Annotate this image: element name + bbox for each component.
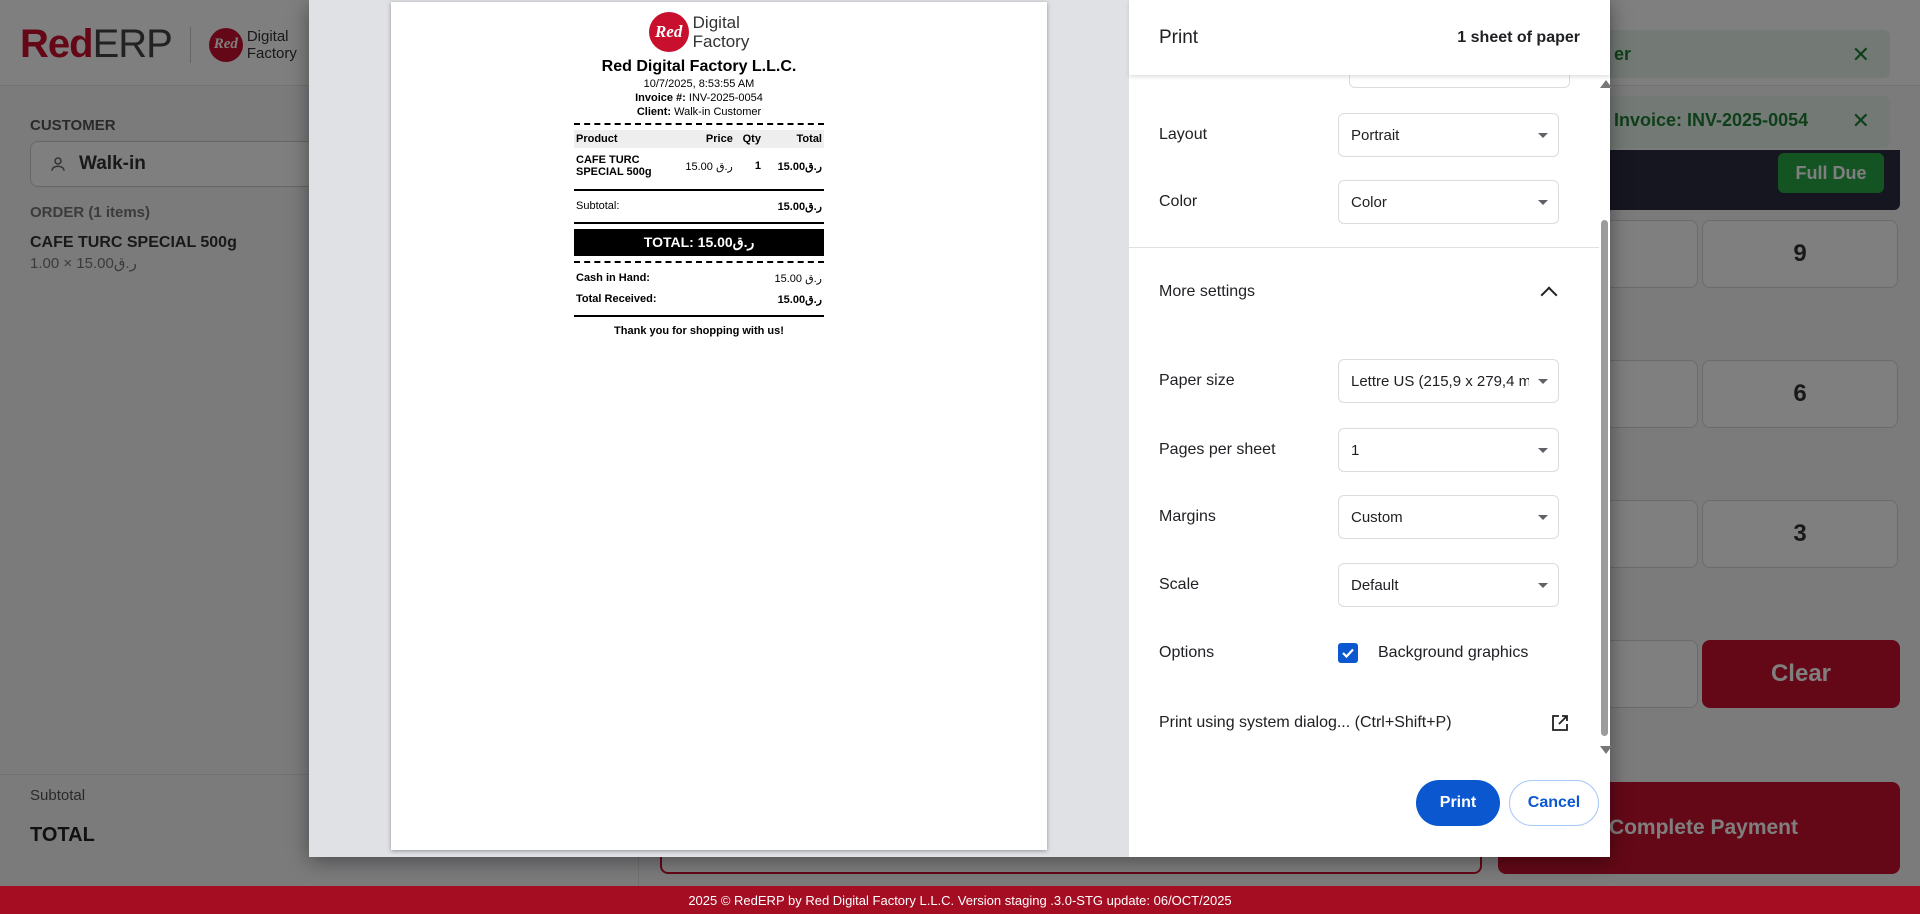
receipt-table-header: Product Price Qty Total [574, 130, 824, 148]
scale-row: Scale Default [1159, 563, 1559, 607]
receipt-company: Red Digital Factory L.L.C. [601, 58, 797, 75]
receipt-divider [574, 222, 824, 224]
more-settings-label: More settings [1159, 283, 1256, 300]
print-preview: Red Digital Factory Red Digital Factory … [309, 0, 1129, 857]
layout-value: Portrait [1351, 126, 1400, 144]
more-settings-toggle[interactable]: More settings [1159, 270, 1559, 314]
item-name: CAFE TURC SPECIAL 500g [576, 154, 652, 178]
scale-label: Scale [1159, 576, 1200, 593]
paper-size-select[interactable]: Lettre US (215,9 x 279,4 mm) [1338, 359, 1559, 403]
cancel-button[interactable]: Cancel [1509, 780, 1599, 826]
margins-select[interactable]: Custom [1338, 495, 1559, 539]
chevron-down-icon [1538, 379, 1548, 384]
receipt-subtotal: Subtotal: 15.00ر.ق [574, 196, 824, 217]
receipt-received-value: 15.00ر.ق [777, 294, 822, 306]
receipt-divider [574, 189, 824, 191]
receipt-received: Total Received: 15.00ر.ق [574, 289, 824, 310]
layout-row: Layout Portrait [1159, 113, 1559, 157]
system-dialog-link[interactable]: Print using system dialog... (Ctrl+Shift… [1159, 714, 1569, 732]
options-label: Options [1159, 644, 1215, 661]
receipt-invoice-label: Invoice #: [635, 92, 686, 104]
chevron-up-icon [1540, 286, 1558, 304]
settings-scrollbar[interactable] [1599, 78, 1612, 758]
app-footer: 2025 © RedERP by Red Digital Factory L.L… [0, 886, 1920, 914]
receipt-client: Client: Walk-in Customer [574, 106, 824, 118]
print-title: Print [1159, 26, 1199, 48]
receipt-client-label: Client: [636, 106, 672, 118]
receipt-total: TOTAL: 15.00ر.ق [574, 229, 824, 256]
chevron-down-icon [1538, 200, 1548, 205]
background-graphics-checkbox[interactable] [1338, 643, 1358, 663]
margins-value: Custom [1351, 508, 1403, 526]
receipt-cash-value: 15.00 ر.ق [774, 273, 823, 285]
check-icon [1342, 648, 1354, 659]
settings-divider [1129, 247, 1599, 248]
item-qty: 1 [754, 160, 761, 172]
chevron-down-icon [1538, 448, 1548, 453]
receipt-invoice-value: INV-2025-0054 [688, 92, 763, 104]
paper-size-row: Paper size Lettre US (215,9 x 279,4 mm) [1159, 359, 1559, 403]
margins-label: Margins [1159, 508, 1216, 525]
receipt-subtotal-label: Subtotal: [576, 200, 620, 212]
receipt-logo-line-1: Digital [692, 13, 740, 32]
receipt-datetime: 10/7/2025, 8:53:55 AM [643, 78, 755, 90]
print-header: Print 1 sheet of paper [1129, 0, 1610, 75]
color-row: Color Color [1159, 180, 1559, 224]
layout-label: Layout [1159, 126, 1208, 143]
pages-per-sheet-select[interactable]: 1 [1338, 428, 1559, 472]
chevron-down-icon [1538, 515, 1548, 520]
col-qty: Qty [734, 130, 763, 148]
background-graphics-option[interactable]: Background graphics [1338, 643, 1559, 663]
chevron-down-icon [1538, 583, 1548, 588]
paper-size-value: Lettre US (215,9 x 279,4 mm) [1351, 372, 1529, 390]
item-price: 15.00 ر.ق [685, 160, 733, 173]
receipt: Red Digital Factory Red Digital Factory … [574, 12, 824, 337]
sheet-count: 1 sheet of paper [1457, 28, 1580, 46]
table-row: CAFE TURC SPECIAL 500g 15.00 ر.ق 1 15.00… [574, 148, 824, 184]
receipt-logo-text: Digital Factory [693, 13, 750, 51]
chevron-down-icon [1538, 133, 1548, 138]
color-label: Color [1159, 193, 1198, 210]
receipt-client-value: Walk-in Customer [674, 106, 762, 118]
pages-per-sheet-label: Pages per sheet [1159, 441, 1276, 458]
color-value: Color [1351, 193, 1387, 211]
col-total: Total [762, 130, 824, 148]
receipt-divider [574, 261, 824, 263]
open-in-new-icon [1552, 715, 1568, 731]
paper-size-label: Paper size [1159, 372, 1235, 389]
system-dialog-label: Print using system dialog... (Ctrl+Shift… [1159, 714, 1452, 731]
background-graphics-label: Background graphics [1378, 644, 1529, 661]
print-dialog: Red Digital Factory Red Digital Factory … [309, 0, 1612, 857]
receipt-logo-mark: Red [648, 12, 689, 52]
receipt-cash-label: Cash in Hand: [576, 272, 650, 284]
print-settings-panel: Print 1 sheet of paper Layout Portrait C… [1129, 0, 1612, 857]
pages-per-sheet-value: 1 [1351, 441, 1360, 459]
scroll-down-arrow-icon[interactable] [1600, 746, 1612, 754]
receipt-items-table: Product Price Qty Total CAFE TURC SPECIA… [574, 130, 824, 184]
scale-value: Default [1351, 576, 1399, 594]
receipt-logo: Red Digital Factory [574, 12, 824, 52]
color-select[interactable]: Color [1338, 180, 1559, 224]
preview-page: Red Digital Factory Red Digital Factory … [391, 2, 1047, 850]
receipt-received-label: Total Received: [576, 293, 657, 305]
pages-per-sheet-row: Pages per sheet 1 [1159, 428, 1559, 472]
col-product: Product [574, 130, 670, 148]
receipt-subtotal-value: 15.00ر.ق [777, 201, 822, 213]
margins-row: Margins Custom [1159, 495, 1559, 539]
scale-select[interactable]: Default [1338, 563, 1559, 607]
item-total: 15.00ر.ق [777, 160, 822, 173]
receipt-logo-line-2: Factory [692, 32, 750, 51]
receipt-divider [574, 123, 824, 125]
receipt-cash: Cash in Hand: 15.00 ر.ق [574, 268, 824, 289]
layout-select[interactable]: Portrait [1338, 113, 1559, 157]
receipt-divider [574, 315, 824, 317]
receipt-thanks: Thank you for shopping with us! [614, 325, 784, 337]
scrollbar-thumb[interactable] [1601, 220, 1608, 736]
print-button[interactable]: Print [1416, 780, 1500, 826]
receipt-invoice: Invoice #: INV-2025-0054 [574, 92, 824, 104]
options-row: Options Background graphics [1159, 631, 1559, 675]
scroll-up-arrow-icon[interactable] [1600, 80, 1612, 88]
col-price: Price [670, 130, 735, 148]
